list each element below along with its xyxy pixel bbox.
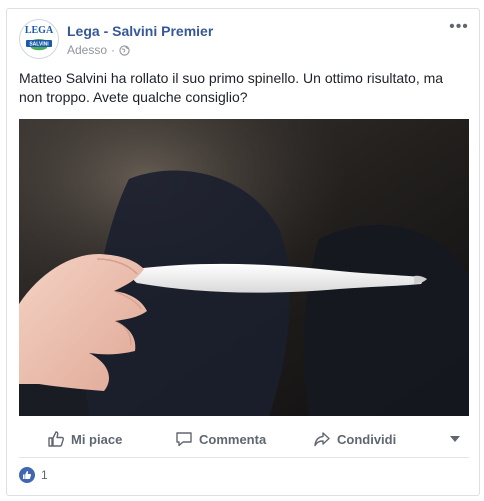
reaction-summary[interactable]: 1 bbox=[19, 467, 48, 483]
avatar-banner-text: SALVINI bbox=[29, 42, 49, 48]
like-badge-icon bbox=[19, 467, 35, 483]
post-message: Matteo Salvini ha rollato il suo primo s… bbox=[19, 70, 444, 105]
like-label: Mi piace bbox=[71, 431, 123, 447]
divider bbox=[19, 457, 469, 458]
like-button[interactable]: Mi piace bbox=[47, 430, 122, 448]
share-arrow-icon bbox=[314, 432, 330, 447]
page-avatar[interactable]: LEGA SALVINI bbox=[19, 19, 59, 59]
comment-label: Commenta bbox=[199, 431, 267, 447]
timestamp-link[interactable]: Adesso bbox=[67, 43, 107, 57]
share-button[interactable]: Condividi bbox=[313, 430, 396, 448]
post-photo[interactable] bbox=[19, 119, 469, 416]
avatar-top-text: LEGA bbox=[25, 25, 54, 36]
post-meta: Adesso · bbox=[67, 43, 130, 57]
globe-icon[interactable] bbox=[119, 44, 130, 56]
comment-button[interactable]: Commenta bbox=[175, 430, 266, 448]
page-name-link[interactable]: Lega - Salvini Premier bbox=[67, 23, 213, 39]
reaction-count: 1 bbox=[41, 468, 48, 482]
post-card: LEGA SALVINI Lega - Salvini Premier Ades… bbox=[6, 8, 480, 496]
post-header: LEGA SALVINI Lega - Salvini Premier Ades… bbox=[19, 19, 469, 63]
share-label: Condividi bbox=[337, 431, 397, 447]
thumbs-up-icon bbox=[48, 431, 64, 447]
more-options-icon[interactable]: ••• bbox=[449, 19, 469, 37]
thumbs-up-small-icon bbox=[23, 471, 32, 479]
action-bar: Mi piace Commenta Condividi bbox=[19, 420, 469, 456]
chevron-down-icon[interactable] bbox=[449, 434, 461, 444]
photo-image bbox=[19, 119, 469, 416]
comment-bubble-icon bbox=[176, 432, 192, 447]
lega-logo-icon: LEGA SALVINI bbox=[20, 20, 58, 58]
